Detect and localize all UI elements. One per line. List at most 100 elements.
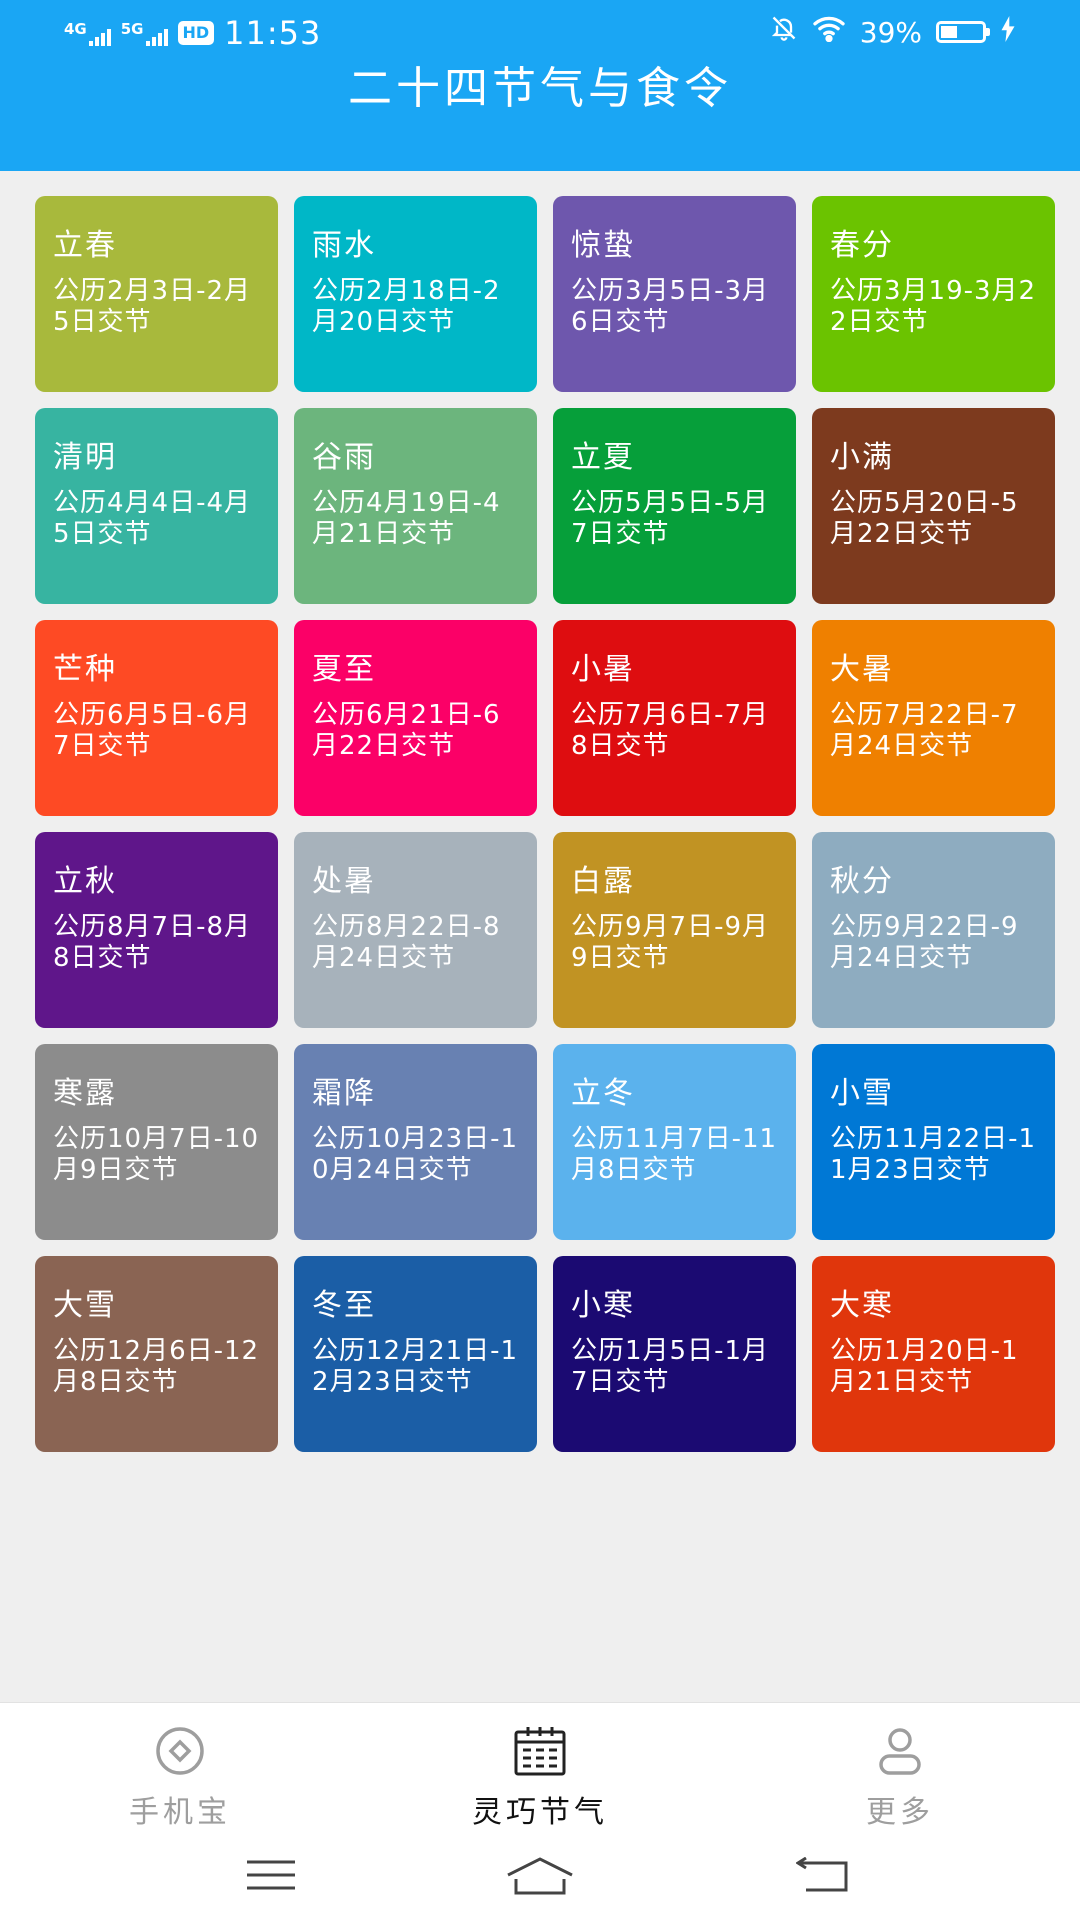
solar-term-name: 大寒: [830, 1288, 894, 1323]
solar-term-name: 夏至: [312, 652, 376, 687]
solar-term-card[interactable]: 小寒公历1月5日-1月7日交节: [553, 1256, 796, 1452]
solar-term-dates: 公历10月23日-10月24日交节: [312, 1124, 519, 1185]
signal-icon: 5G: [121, 20, 168, 46]
bottom-nav: 手机宝 灵巧节气 更多: [0, 1702, 1080, 1921]
solar-term-name: 小满: [830, 440, 894, 475]
solar-term-name: 秋分: [830, 864, 894, 899]
solar-term-card[interactable]: 处暑公历8月22日-8月24日交节: [294, 832, 537, 1028]
solar-term-name: 大暑: [830, 652, 894, 687]
solar-term-card[interactable]: 谷雨公历4月19日-4月21日交节: [294, 408, 537, 604]
solar-term-card[interactable]: 立冬公历11月7日-11月8日交节: [553, 1044, 796, 1240]
clock: 11:53: [224, 14, 322, 52]
network-type-2: 5G: [120, 20, 144, 38]
solar-term-name: 谷雨: [312, 440, 376, 475]
solar-term-name: 大雪: [53, 1288, 117, 1323]
solar-terms-grid: 立春 公历2月3日-2月5日交节 雨水 公历2月18日-2月20日交节 惊蛰 公历3月5日…: [35, 196, 1055, 1452]
solar-term-card[interactable]: 芒种公历6月5日-6月7日交节: [35, 620, 278, 816]
solar-term-dates: 公历8月7日-8月8日交节: [53, 912, 252, 973]
solar-term-card[interactable]: 清明公历4月4日-4月5日交节: [35, 408, 278, 604]
solar-term-dates: 公历4月19日-4月21日交节: [312, 488, 501, 549]
nav-label: 手机宝: [129, 1795, 231, 1830]
system-nav-bar: [0, 1845, 1080, 1905]
user-icon: [780, 1725, 1020, 1781]
menu-icon[interactable]: [226, 1845, 316, 1905]
solar-term-card[interactable]: 惊蛰公历3月5日-3月6日交节: [553, 196, 796, 392]
nav-label: 更多: [866, 1795, 934, 1830]
solar-term-name: 芒种: [53, 652, 117, 687]
solar-term-card[interactable]: 寒露公历10月7日-10月9日交节: [35, 1044, 278, 1240]
bell-off-icon: [770, 14, 798, 50]
diamond-circle-icon: [60, 1725, 300, 1781]
solar-term-dates: 公历5月5日-5月7日交节: [571, 488, 770, 549]
solar-term-dates: 公历1月20日-1月21日交节: [830, 1336, 1019, 1397]
solar-term-dates: 公历3月5日-3月6日交节: [571, 276, 770, 337]
nav-tab-solar-terms[interactable]: 灵巧节气: [420, 1725, 660, 1831]
solar-term-dates: 公历5月20日-5月22日交节: [830, 488, 1019, 549]
solar-term-name: 立夏: [571, 440, 635, 475]
solar-term-name: 立春: [53, 228, 117, 263]
solar-term-name: 清明: [53, 440, 117, 475]
hd-icon: HD: [177, 21, 215, 45]
status-left: 4G 5G HD 11:53: [64, 14, 321, 52]
solar-term-card[interactable]: 白露公历9月7日-9月9日交节: [553, 832, 796, 1028]
wifi-icon: [812, 14, 846, 50]
solar-term-name: 冬至: [312, 1288, 376, 1323]
solar-term-dates: 公历9月22日-9月24日交节: [830, 912, 1019, 973]
nav-tab-more[interactable]: 更多: [780, 1725, 1020, 1831]
solar-term-card[interactable]: 立夏公历5月5日-5月7日交节: [553, 408, 796, 604]
solar-term-name: 处暑: [312, 864, 376, 899]
solar-term-card[interactable]: 雨水公历2月18日-2月20日交节: [294, 196, 537, 392]
solar-term-dates: 公历12月6日-12月8日交节: [53, 1336, 260, 1397]
solar-term-dates: 公历7月22日-7月24日交节: [830, 700, 1019, 761]
page-title: 二十四节气与食令: [348, 63, 732, 114]
solar-term-dates: 公历2月3日-2月5日交节: [53, 276, 252, 337]
solar-term-card[interactable]: 小雪 公历11月22日-11月23日交节: [812, 1044, 1055, 1240]
solar-term-dates: 公历9月7日-9月9日交节: [571, 912, 770, 973]
solar-term-name: 寒露: [53, 1076, 117, 1111]
solar-term-dates: 公历11月22日-11月23日交节: [830, 1124, 1037, 1185]
solar-term-name: 春分: [830, 228, 894, 263]
nav-label: 灵巧节气: [472, 1795, 608, 1830]
solar-term-card[interactable]: 春分公历3月19-3月22日交节: [812, 196, 1055, 392]
solar-term-name: 霜降: [312, 1076, 376, 1111]
calendar-icon: [420, 1725, 660, 1781]
solar-term-card[interactable]: 秋分公历9月22日-9月24日交节: [812, 832, 1055, 1028]
solar-term-name: 惊蛰: [571, 228, 635, 263]
app-header: 4G 5G HD 11:53 39% 二十四节气与食令: [0, 0, 1080, 171]
solar-term-name: 立冬: [571, 1076, 635, 1111]
solar-term-name: 小寒: [571, 1288, 635, 1323]
solar-term-dates: 公历2月18日-2月20日交节: [312, 276, 501, 337]
network-type-1: 4G: [64, 20, 87, 38]
solar-term-dates: 公历3月19-3月22日交节: [830, 276, 1037, 337]
solar-term-name: 雨水: [312, 228, 376, 263]
solar-term-card[interactable]: 小满公历5月20日-5月22日交节: [812, 408, 1055, 604]
solar-term-name: 白露: [571, 864, 635, 899]
solar-term-card[interactable]: 大雪公历12月6日-12月8日交节: [35, 1256, 278, 1452]
solar-term-name: 小暑: [571, 652, 635, 687]
solar-term-dates: 公历1月5日-1月7日交节: [571, 1336, 770, 1397]
solar-term-dates: 公历6月21日-6月22日交节: [312, 700, 501, 761]
solar-term-dates: 公历4月4日-4月5日交节: [53, 488, 252, 549]
home-icon[interactable]: [495, 1845, 585, 1905]
solar-term-card[interactable]: 夏至公历6月21日-6月22日交节: [294, 620, 537, 816]
solar-term-card[interactable]: 冬至公历12月21日-12月23日交节: [294, 1256, 537, 1452]
solar-term-dates: 公历7月6日-7月8日交节: [571, 700, 770, 761]
back-icon[interactable]: [778, 1845, 868, 1905]
solar-term-card[interactable]: 大寒公历1月20日-1月21日交节: [812, 1256, 1055, 1452]
solar-term-card[interactable]: 霜降公历10月23日-10月24日交节: [294, 1044, 537, 1240]
battery-icon: [936, 21, 990, 43]
solar-term-card[interactable]: 立秋公历8月7日-8月8日交节: [35, 832, 278, 1028]
solar-term-card[interactable]: 立春公历2月3日-2月5日交节: [35, 196, 278, 392]
solar-term-card[interactable]: 小暑公历7月6日-7月8日交节: [553, 620, 796, 816]
solar-term-dates: 公历8月22日-8月24日交节: [312, 912, 501, 973]
battery-fill: [941, 26, 957, 38]
solar-term-dates: 公历12月21日-12月23日交节: [312, 1336, 519, 1397]
solar-term-dates: 公历11月7日-11月8日交节: [571, 1124, 778, 1185]
signal-icon: 4G: [64, 20, 111, 46]
solar-term-dates: 公历10月7日-10月9日交节: [53, 1124, 260, 1185]
solar-term-dates: 公历6月5日-6月7日交节: [53, 700, 252, 761]
solar-term-card[interactable]: 大暑公历7月22日-7月24日交节: [812, 620, 1055, 816]
nav-tab-phone-treasure[interactable]: 手机宝: [60, 1725, 300, 1831]
status-right: 39%: [770, 14, 1016, 50]
solar-term-name: 立秋: [53, 864, 117, 899]
